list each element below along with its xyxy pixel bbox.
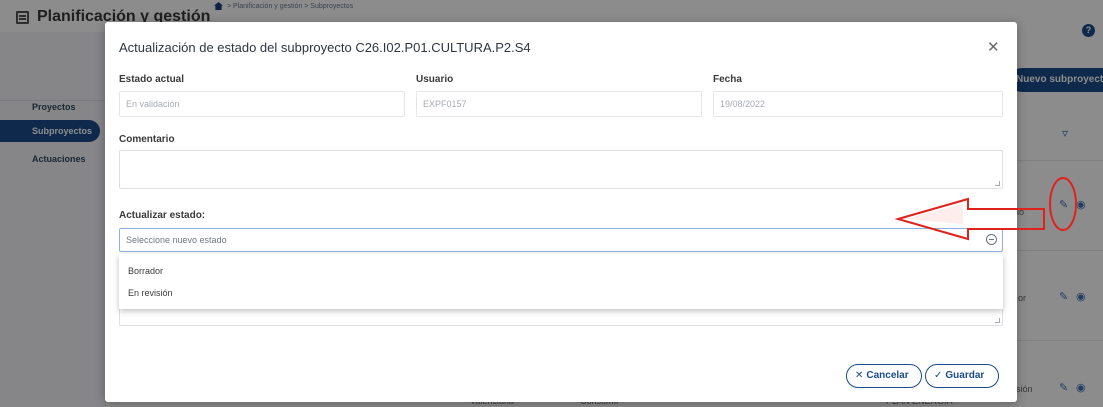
usuario-label: Usuario [416, 74, 454, 85]
fecha-field: 19/08/2022 [713, 91, 1003, 117]
close-icon: ✕ [855, 370, 864, 381]
modal-title: Actualización de estado del subproyecto … [119, 40, 531, 55]
status-update-modal: Actualización de estado del subproyecto … [105, 22, 1017, 402]
comentario-label: Comentario [119, 134, 175, 145]
estado-actual-label: Estado actual [119, 74, 185, 85]
actualizar-estado-label: Actualizar estado: [119, 210, 206, 221]
chevron-up-icon[interactable] [986, 234, 997, 245]
resize-grip-icon[interactable] [995, 318, 1000, 323]
close-icon[interactable]: ✕ [987, 38, 1000, 56]
fecha-label: Fecha [713, 74, 742, 85]
select-placeholder: Seleccione nuevo estado [126, 235, 227, 245]
option-borrador[interactable]: Borrador [128, 266, 163, 276]
option-en-revision[interactable]: En revisión [128, 288, 173, 298]
comentario-textarea[interactable] [119, 150, 1003, 189]
new-status-select[interactable]: Seleccione nuevo estado [119, 228, 1003, 252]
estado-actual-field: En validación [119, 91, 405, 117]
save-label: Guardar [945, 370, 985, 381]
status-dropdown: Borrador En revisión [119, 254, 1003, 309]
check-icon: ✓ [934, 370, 943, 381]
save-button[interactable]: ✓ Guardar [925, 364, 999, 388]
resize-grip-icon[interactable] [995, 181, 1000, 186]
cancel-button[interactable]: ✕ Cancelar [846, 364, 922, 388]
usuario-field: EXPF0157 [416, 91, 702, 117]
cancel-label: Cancelar [866, 370, 909, 381]
